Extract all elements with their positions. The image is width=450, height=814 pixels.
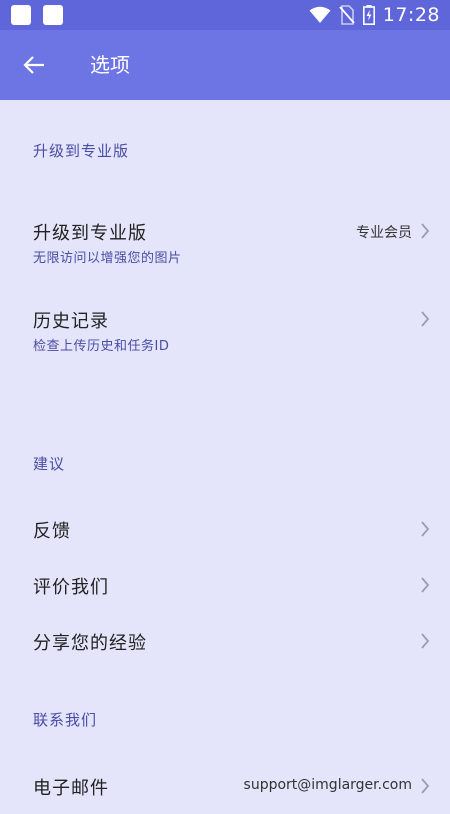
rate-us-row[interactable]: 评价我们 (0, 557, 450, 613)
chevron-right-icon (421, 223, 430, 239)
app-bar: 选项 (0, 30, 450, 100)
wifi-icon (309, 6, 331, 23)
chevron-right-icon (421, 633, 430, 649)
upgrade-pro-subtitle: 无限访问以增强您的图片 (33, 251, 182, 266)
chevron-right-icon (421, 577, 430, 593)
arrow-left-icon[interactable] (22, 52, 48, 78)
email-title: 电子邮件 (33, 778, 109, 799)
status-time: 17:28 (382, 4, 440, 26)
history-subtitle: 检查上传历史和任务ID (33, 339, 170, 354)
feedback-row[interactable]: 反馈 (0, 501, 450, 557)
battery-charging-icon (362, 5, 375, 25)
email-row[interactable]: 电子邮件 support@imglarger.com (0, 758, 450, 814)
history-row[interactable]: 历史记录 检查上传历史和任务ID (0, 296, 450, 360)
chevron-right-icon (421, 521, 430, 537)
status-bar: 17:28 (0, 0, 450, 30)
feedback-title: 反馈 (33, 521, 71, 542)
email-value: support@imglarger.com (243, 777, 412, 793)
section-header-contact: 联系我们 (33, 711, 98, 729)
app-square-icon (11, 5, 31, 25)
share-experience-row[interactable]: 分享您的经验 (0, 613, 450, 669)
section-header-suggestions: 建议 (33, 455, 66, 473)
chevron-right-icon (421, 311, 430, 327)
share-experience-title: 分享您的经验 (33, 633, 147, 654)
rate-us-title: 评价我们 (33, 577, 109, 598)
section-header-upgrade: 升级到专业版 (33, 142, 130, 160)
page-title: 选项 (90, 53, 130, 77)
upgrade-pro-row[interactable]: 升级到专业版 无限访问以增强您的图片 专业会员 (0, 208, 450, 272)
chevron-right-icon (421, 778, 430, 794)
upgrade-pro-title: 升级到专业版 (33, 223, 147, 244)
app-square-icon (43, 5, 63, 25)
no-sim-icon (339, 5, 355, 25)
membership-value: 专业会员 (356, 225, 412, 241)
history-title: 历史记录 (33, 311, 109, 332)
